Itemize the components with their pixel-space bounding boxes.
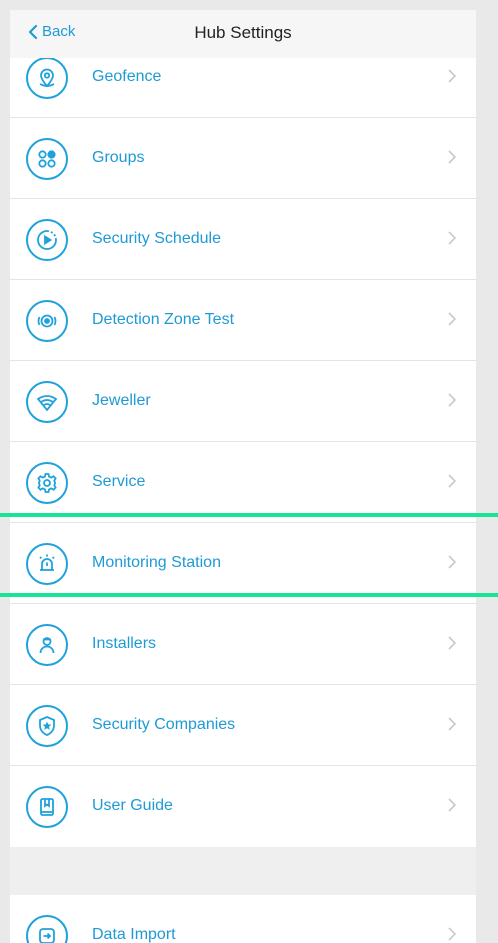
settings-group-extra: Data Import	[10, 895, 476, 943]
menu-item-monitoring-station[interactable]: Monitoring Station	[10, 523, 476, 604]
chevron-right-icon	[448, 927, 457, 941]
chevron-right-icon	[448, 474, 457, 488]
jeweller-icon	[26, 381, 68, 423]
section-divider	[10, 847, 476, 895]
navigation-bar: Back Hub Settings	[10, 10, 476, 58]
menu-item-data-import[interactable]: Data Import	[10, 895, 476, 943]
siren-icon	[26, 543, 68, 585]
menu-item-detection-zone-test[interactable]: Detection Zone Test	[10, 280, 476, 361]
menu-item-label: Service	[92, 473, 146, 490]
back-label: Back	[42, 23, 76, 40]
settings-group-main: Geofence Groups Security Schedule Detect…	[10, 37, 476, 847]
back-button[interactable]: Back	[28, 23, 75, 40]
chevron-right-icon	[448, 150, 457, 164]
menu-item-label: Detection Zone Test	[92, 311, 235, 328]
menu-item-label: Geofence	[92, 68, 162, 85]
menu-item-service[interactable]: Service	[10, 442, 476, 523]
schedule-icon	[26, 219, 68, 261]
page-title: Hub Settings	[194, 23, 292, 42]
phone-screen: Back Hub Settings Geofence Groups Securi…	[10, 10, 476, 943]
chevron-left-icon	[28, 24, 38, 39]
chevron-right-icon	[448, 393, 457, 407]
menu-item-label: Installers	[92, 635, 157, 652]
highlight-line-top	[0, 513, 498, 517]
chevron-right-icon	[448, 717, 457, 731]
menu-item-installers[interactable]: Installers	[10, 604, 476, 685]
menu-item-label: Security Companies	[92, 716, 236, 733]
detection-zone-icon	[26, 300, 68, 342]
menu-item-label: Data Import	[92, 926, 176, 943]
shield-star-icon	[26, 705, 68, 747]
settings-list: Geofence Groups Security Schedule Detect…	[10, 37, 476, 943]
chevron-right-icon	[448, 312, 457, 326]
chevron-right-icon	[448, 636, 457, 650]
chevron-right-icon	[448, 69, 457, 83]
highlight-line-bottom	[0, 593, 498, 597]
gear-icon	[26, 462, 68, 504]
groups-icon	[26, 138, 68, 180]
chevron-right-icon	[448, 555, 457, 569]
menu-item-security-schedule[interactable]: Security Schedule	[10, 199, 476, 280]
menu-item-label: Monitoring Station	[92, 554, 221, 571]
import-icon	[26, 915, 68, 943]
menu-item-user-guide[interactable]: User Guide	[10, 766, 476, 847]
installer-icon	[26, 624, 68, 666]
geofence-icon	[26, 57, 68, 99]
menu-item-label: User Guide	[92, 797, 173, 814]
chevron-right-icon	[448, 798, 457, 812]
menu-item-label: Security Schedule	[92, 230, 221, 247]
menu-item-label: Groups	[92, 149, 145, 166]
menu-item-groups[interactable]: Groups	[10, 118, 476, 199]
menu-item-security-companies[interactable]: Security Companies	[10, 685, 476, 766]
chevron-right-icon	[448, 231, 457, 245]
book-icon	[26, 786, 68, 828]
menu-item-jeweller[interactable]: Jeweller	[10, 361, 476, 442]
menu-item-label: Jeweller	[92, 392, 151, 409]
